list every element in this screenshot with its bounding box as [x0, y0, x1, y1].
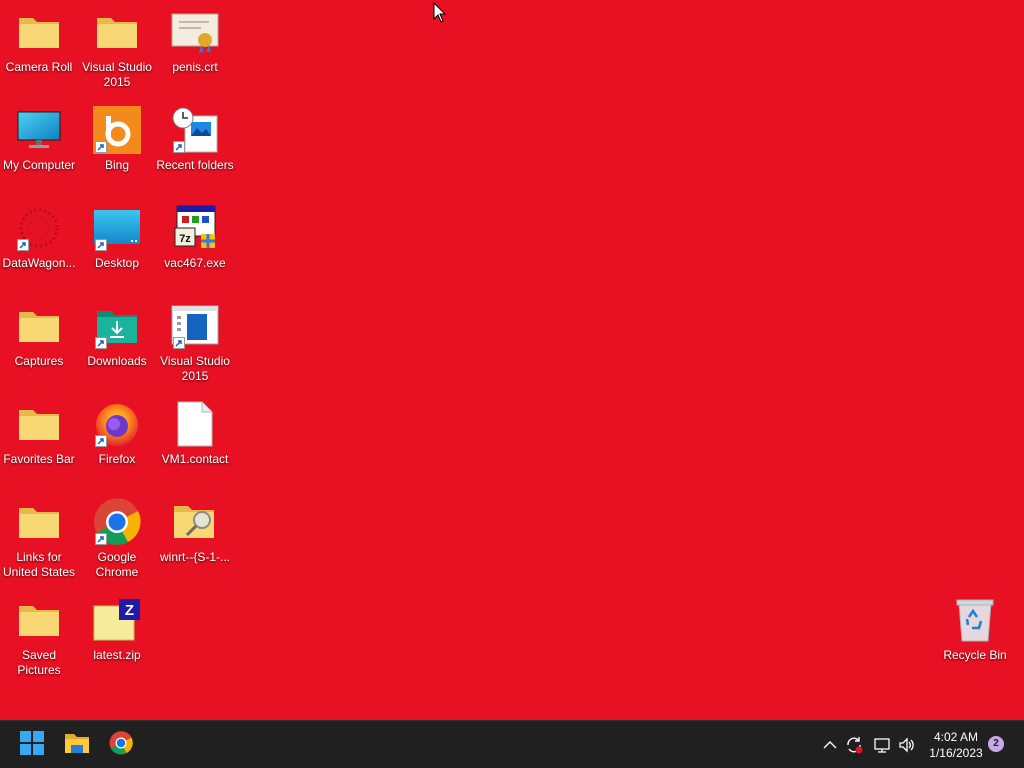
firefox-icon [93, 400, 141, 448]
icon-label: Recycle Bin [943, 648, 1007, 662]
icon-label: Firefox [98, 452, 136, 466]
chrome-taskbar-button[interactable] [101, 725, 141, 765]
desktop-icon-downloads[interactable]: Downloads [79, 302, 155, 369]
bing-icon [93, 106, 141, 154]
folder-icon [15, 8, 63, 56]
desktop-icon-recycle-bin[interactable]: Recycle Bin [937, 596, 1013, 663]
certificate-icon [171, 8, 219, 56]
installer-exe-icon: 7z [171, 204, 219, 252]
desktop-icon-latest-zip[interactable]: Z latest.zip [79, 596, 155, 663]
start-icon [20, 730, 44, 760]
shortcut-arrow-icon [95, 141, 107, 153]
desktop-icon-visual-studio-shortcut[interactable]: Visual Studio 2015 [157, 302, 233, 384]
volume-icon[interactable] [897, 735, 917, 755]
desktop-icon-my-computer[interactable]: My Computer [1, 106, 77, 173]
icon-label: DataWagon... [2, 256, 76, 270]
desktop-icon-datawagon[interactable]: DataWagon... [1, 204, 77, 271]
desktop-icon-vm1-contact[interactable]: VM1.contact [157, 400, 233, 467]
folder-icon [93, 8, 141, 56]
network-icon[interactable] [872, 735, 892, 755]
datawagon-icon [15, 204, 63, 252]
clock-date: 1/16/2023 [929, 746, 983, 760]
file-explorer-icon [64, 732, 90, 759]
chrome-icon [109, 730, 133, 760]
icon-label: My Computer [2, 158, 76, 172]
icon-label: winrt--{S-1-... [159, 550, 230, 564]
mouse-cursor-icon [433, 1, 447, 28]
desktop-icon-favorites-bar[interactable]: Favorites Bar [1, 400, 77, 467]
icon-label: Links for United States [2, 550, 76, 579]
recycle-bin-icon [951, 596, 999, 644]
downloads-folder-icon [93, 302, 141, 350]
icon-label: Camera Roll [5, 60, 73, 74]
recent-folders-icon [171, 106, 219, 154]
shortcut-arrow-icon [95, 435, 107, 447]
folder-icon [15, 596, 63, 644]
shortcut-arrow-icon [95, 337, 107, 349]
zip-archive-icon: Z [93, 596, 141, 644]
icon-label: Downloads [87, 354, 147, 368]
clock[interactable]: 4:02 AM 1/16/2023 [918, 729, 994, 761]
icon-label: vac467.exe [164, 256, 226, 270]
notification-count-badge[interactable]: 2 [988, 736, 1004, 752]
desktop-icon-camera-roll[interactable]: Camera Roll [1, 8, 77, 75]
icon-label: Google Chrome [95, 550, 139, 579]
visual-studio-icon [171, 302, 219, 350]
desktop-icon-firefox[interactable]: Firefox [79, 400, 155, 467]
chevron-up-icon[interactable] [820, 735, 840, 755]
icon-label: Bing [104, 158, 130, 172]
desktop-icon-desktop[interactable]: Desktop [79, 204, 155, 271]
monitor-icon [15, 106, 63, 154]
desktop-icon-winrt-search[interactable]: winrt--{S-1-... [157, 498, 233, 565]
desktop-icon-saved-pictures[interactable]: Saved Pictures [1, 596, 77, 678]
desktop[interactable]: Camera Roll My Computer DataWagon... Cap… [0, 0, 1024, 720]
icon-label: Favorites Bar [3, 452, 75, 466]
desktop-icon-google-chrome[interactable]: Google Chrome [79, 498, 155, 580]
desktop-icon-penis-crt[interactable]: penis.crt [157, 8, 233, 75]
shortcut-arrow-icon [95, 239, 107, 251]
folder-icon [15, 302, 63, 350]
start-button[interactable] [12, 725, 52, 765]
shortcut-arrow-icon [17, 239, 29, 251]
desktop-shortcut-icon [93, 204, 141, 252]
search-folder-icon [171, 498, 219, 546]
svg-text:Z: Z [125, 602, 134, 619]
icon-label: Captures [14, 354, 64, 368]
sync-icon[interactable] [844, 735, 864, 755]
desktop-icon-captures[interactable]: Captures [1, 302, 77, 369]
icon-label: Visual Studio 2015 [160, 354, 230, 383]
desktop-icon-links-for-united-states[interactable]: Links for United States [1, 498, 77, 580]
icon-label: Visual Studio 2015 [82, 60, 152, 89]
taskbar: 4:02 AM 1/16/2023 [0, 720, 1024, 768]
icon-label: VM1.contact [161, 452, 229, 466]
icon-label: latest.zip [93, 648, 141, 662]
svg-text:7z: 7z [179, 233, 191, 245]
icon-label: Recent folders [156, 158, 234, 172]
icon-label: penis.crt [172, 60, 218, 74]
shortcut-arrow-icon [95, 533, 107, 545]
file-explorer-taskbar-button[interactable] [57, 725, 97, 765]
folder-icon [15, 400, 63, 448]
folder-icon [15, 498, 63, 546]
icon-label: Saved Pictures [17, 648, 61, 677]
desktop-icon-vac467-exe[interactable]: 7z vac467.exe [157, 204, 233, 271]
chrome-icon [93, 498, 141, 546]
shortcut-arrow-icon [173, 141, 185, 153]
shortcut-arrow-icon [173, 337, 185, 349]
desktop-icon-bing[interactable]: Bing [79, 106, 155, 173]
icon-label: Desktop [94, 256, 140, 270]
clock-time: 4:02 AM [933, 730, 979, 744]
desktop-icon-recent-folders[interactable]: Recent folders [156, 106, 234, 173]
desktop-icon-visual-studio-folder[interactable]: Visual Studio 2015 [79, 8, 155, 90]
blank-file-icon [171, 400, 219, 448]
